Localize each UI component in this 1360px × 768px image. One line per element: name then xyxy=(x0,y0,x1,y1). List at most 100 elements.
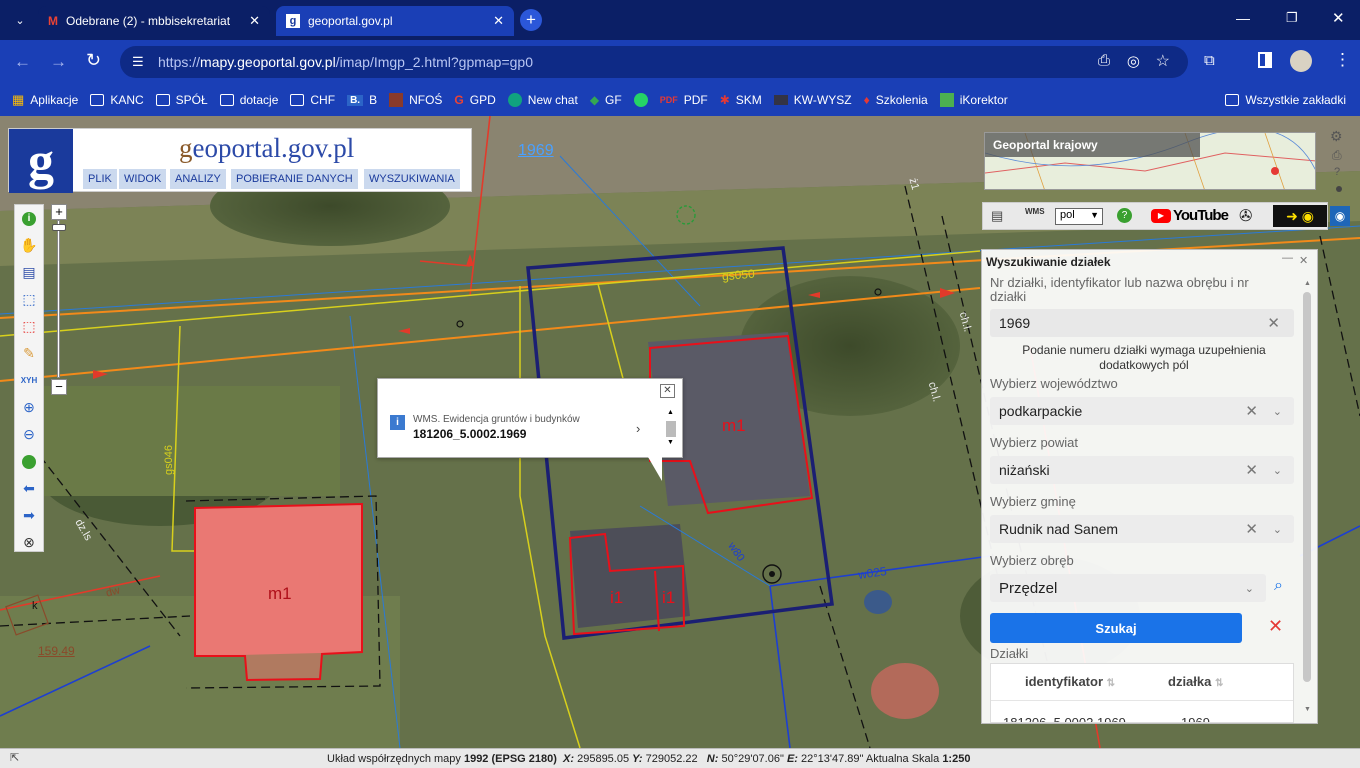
wms-icon[interactable]: WMS xyxy=(1025,207,1045,216)
zoom-in-button[interactable]: + xyxy=(51,204,67,220)
select-tool[interactable]: ⬚ xyxy=(15,313,43,340)
info-tool[interactable]: i xyxy=(15,205,43,232)
panel-scrollbar[interactable]: ▲ ▼ xyxy=(1302,280,1312,720)
menu-widok[interactable]: WIDOK xyxy=(119,169,167,189)
visibility-eye-icon[interactable]: ◉ xyxy=(1330,206,1350,226)
dot-icon[interactable] xyxy=(1336,186,1342,192)
clear-icon[interactable]: ✕ xyxy=(1245,461,1258,479)
popup-parcel-id[interactable]: 181206_5.0002.1969 xyxy=(413,427,526,441)
scroll-thumb[interactable] xyxy=(666,421,676,437)
bookmark-ikorektor[interactable]: iKorektor xyxy=(939,93,1008,107)
close-icon[interactable]: ✕ xyxy=(1299,254,1308,267)
chevron-right-icon[interactable]: › xyxy=(636,421,640,436)
obreb-select[interactable]: Przędzel ⌄ xyxy=(990,574,1266,602)
tab-geoportal[interactable]: g geoportal.gov.pl ✕ xyxy=(276,6,514,36)
scroll-up-icon[interactable]: ▲ xyxy=(1304,280,1311,287)
legend-tool[interactable]: ▤ xyxy=(15,259,43,286)
zoom-out-button[interactable]: − xyxy=(51,379,67,395)
zoom-track[interactable] xyxy=(57,220,60,378)
szukaj-button[interactable]: Szukaj xyxy=(990,613,1242,643)
list-icon[interactable]: ▤ xyxy=(991,208,1003,224)
close-icon[interactable]: ✕ xyxy=(249,13,260,29)
maximize-button[interactable]: ❐ xyxy=(1286,10,1298,26)
search-icon[interactable]: ⌕ xyxy=(1274,577,1283,595)
bookmark-kw-wysz[interactable]: KW-WYSZ xyxy=(773,93,852,107)
zoom-box-tool[interactable]: ⬚ xyxy=(15,286,43,313)
clear-tool[interactable]: ⊗ xyxy=(15,529,43,556)
clear-icon[interactable]: ✕ xyxy=(1245,402,1258,420)
chevron-down-icon[interactable]: ⌄ xyxy=(1245,582,1254,595)
minimize-icon[interactable]: — xyxy=(1282,252,1293,264)
back-button[interactable]: ← xyxy=(14,52,31,72)
overview-map[interactable]: Geoportal krajowy xyxy=(984,132,1316,190)
xyh-tool[interactable]: XYH xyxy=(15,367,43,394)
bookmark-nfos[interactable]: NFOŚ xyxy=(389,93,442,107)
zoom-handle[interactable] xyxy=(52,224,66,231)
bookmark-skm[interactable]: ✱ SKM xyxy=(720,93,762,107)
chevron-down-icon[interactable]: ⌄ xyxy=(1273,464,1282,477)
bookmark-pdf[interactable]: PDF PDF xyxy=(660,93,708,107)
forward-extent-tool[interactable]: ➡ xyxy=(15,502,43,529)
bookmark-aplikacje[interactable]: ▦ Aplikacje xyxy=(12,92,78,108)
bookmark-gpd[interactable]: G GPD xyxy=(454,93,495,107)
bookmark-kanc[interactable]: KANC xyxy=(90,93,144,107)
woj-select[interactable]: podkarpackie ✕ ⌄ xyxy=(990,397,1294,425)
bookmark-gf[interactable]: ◆ GF xyxy=(590,93,622,107)
help-circle-icon[interactable]: ? xyxy=(1117,208,1132,223)
clear-icon[interactable]: ✕ xyxy=(1245,520,1258,538)
scroll-up-icon[interactable]: ▲ xyxy=(667,409,674,416)
tab-search-button[interactable]: ⌄ xyxy=(10,10,30,30)
zoom-out-tool[interactable]: ⊖ xyxy=(15,421,43,448)
scroll-down-icon[interactable]: ▼ xyxy=(667,439,674,446)
back-extent-tool[interactable]: ⬅ xyxy=(15,475,43,502)
full-extent-tool[interactable] xyxy=(15,448,43,475)
result-row[interactable]: 181206_5.0002.1969 1969 xyxy=(991,700,1293,722)
tab-gmail[interactable]: M Odebrane (2) - mbbisekretariat ✕ xyxy=(38,6,270,36)
popup-scrollbar[interactable]: ▲ ▼ xyxy=(666,409,676,451)
sidebar-icon[interactable] xyxy=(1258,52,1272,68)
menu-plik[interactable]: PLIK xyxy=(83,169,117,189)
bookmark-spol[interactable]: SPÓŁ xyxy=(155,93,208,107)
bookmark-szkolenia[interactable]: ♦ Szkolenia xyxy=(864,93,928,107)
column-identyfikator[interactable]: identyfikator ⇅ xyxy=(1025,674,1115,689)
scroll-down-icon[interactable]: ▼ xyxy=(1304,706,1311,713)
powiat-select[interactable]: niżański ✕ ⌄ xyxy=(990,456,1294,484)
extensions-icon[interactable]: ⧉ xyxy=(1204,52,1215,69)
clear-search-icon[interactable]: ✕ xyxy=(1268,616,1283,637)
eye-off-icon[interactable]: ◎ xyxy=(1127,52,1140,70)
gmina-select[interactable]: Rudnik nad Sanem ✕ ⌄ xyxy=(990,515,1294,543)
chevron-down-icon[interactable]: ⌄ xyxy=(1273,523,1282,536)
accessibility-icon[interactable]: ✇ xyxy=(1239,206,1252,226)
menu-analizy[interactable]: ANALIZY xyxy=(170,169,226,189)
clear-icon[interactable]: ✕ xyxy=(1267,314,1280,332)
parcel-query-input[interactable]: 1969 ✕ xyxy=(990,309,1294,337)
close-icon[interactable]: ✕ xyxy=(493,13,504,29)
menu-wyszukiwania[interactable]: WYSZUKIWANIA xyxy=(364,169,460,189)
star-icon[interactable]: ☆ xyxy=(1156,51,1170,71)
help-icon[interactable]: ? xyxy=(1334,166,1340,178)
zoom-slider[interactable]: + − xyxy=(49,204,69,397)
map-settings-icon[interactable]: ⚙ xyxy=(1330,128,1343,145)
menu-icon[interactable]: ⋮ xyxy=(1334,50,1351,70)
address-bar[interactable]: ☰ https://mapy.geoportal.gov.pl/imap/Img… xyxy=(120,46,1188,78)
print-icon[interactable]: ⎙ xyxy=(1332,148,1342,163)
resize-icon[interactable]: ⇱ xyxy=(10,751,19,764)
bookmark-dotacje[interactable]: dotacje xyxy=(219,93,278,107)
profile-avatar[interactable] xyxy=(1290,50,1312,72)
scroll-thumb[interactable] xyxy=(1303,292,1311,682)
draw-tool[interactable]: ✎ xyxy=(15,340,43,367)
language-select[interactable]: pol ▼ xyxy=(1055,208,1103,225)
bookmark-new-chat[interactable]: New chat xyxy=(507,93,578,107)
site-info-icon[interactable]: ☰ xyxy=(132,54,144,70)
bookmark-b[interactable]: B. B xyxy=(347,93,377,107)
close-window-button[interactable]: ✕ xyxy=(1332,9,1345,27)
geoportal-logo[interactable]: g xyxy=(9,129,73,193)
column-dzialka[interactable]: działka ⇅ xyxy=(1168,674,1223,689)
menu-pobieranie[interactable]: POBIERANIE DANYCH xyxy=(231,169,358,189)
new-tab-button[interactable]: + xyxy=(520,9,542,31)
install-icon[interactable]: ⎙ xyxy=(1098,52,1110,69)
forward-button[interactable]: → xyxy=(50,52,67,72)
pan-tool[interactable]: ✋ xyxy=(15,232,43,259)
bookmark-whatsapp[interactable] xyxy=(633,93,648,107)
youtube-link[interactable]: ▶ YouTube xyxy=(1151,207,1229,224)
